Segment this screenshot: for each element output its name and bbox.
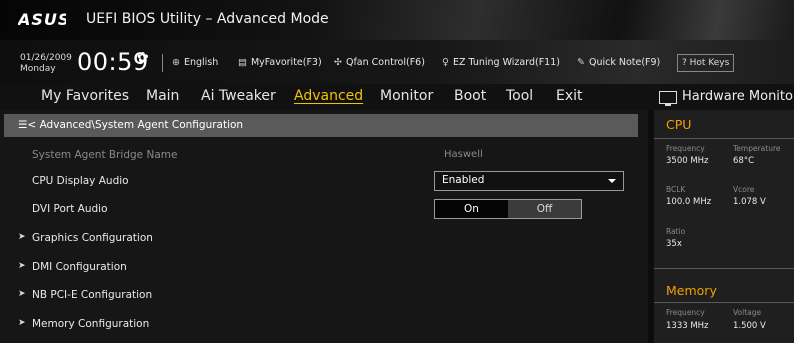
tab-tool[interactable]: Tool	[506, 88, 533, 104]
help-icon: ?	[682, 58, 687, 68]
submenu-memory[interactable]: ➤ Memory Configuration	[0, 311, 648, 339]
setting-cpu-display-audio: CPU Display Audio Enabled	[0, 168, 648, 196]
toggle-off-option[interactable]: Off	[508, 200, 581, 218]
day-text: Monday	[20, 64, 56, 74]
dvi-port-audio-label: DVI Port Audio	[32, 203, 108, 215]
ez-tuning-button[interactable]: ♀ EZ Tuning Wizard(F11)	[442, 57, 560, 68]
hardware-monitor-panel: CPU Frequency Temperature 3500 MHz 68°C …	[654, 110, 794, 343]
cpu-frequency-label: Frequency	[666, 144, 705, 153]
bclk-value: 100.0 MHz	[666, 197, 712, 207]
chevron-down-icon	[608, 179, 616, 183]
app-title: UEFI BIOS Utility – Advanced Mode	[86, 11, 329, 27]
myfavorite-button[interactable]: ▤ MyFavorite(F3)	[238, 57, 322, 68]
bridge-name-value: Haswell	[444, 149, 483, 160]
qfan-label: Qfan Control(F6)	[345, 57, 425, 68]
myfavorite-label: MyFavorite(F3)	[250, 57, 322, 68]
ratio-label: Ratio	[666, 227, 686, 236]
ez-tuning-label: EZ Tuning Wizard(F11)	[452, 57, 560, 68]
lightbulb-icon: ♀	[442, 57, 449, 68]
arrow-right-icon: ➤	[18, 232, 26, 242]
qfan-button[interactable]: ✣ Qfan Control(F6)	[334, 57, 425, 68]
monitor-icon	[659, 91, 677, 106]
quick-note-button[interactable]: ✎ Quick Note(F9)	[577, 57, 660, 68]
memory-heading: Memory	[666, 283, 717, 298]
bridge-name-label: System Agent Bridge Name	[32, 149, 178, 161]
cpu-display-audio-value: Enabled	[442, 174, 485, 186]
ratio-value: 35x	[666, 239, 682, 249]
cpu-temperature-value: 68°C	[733, 156, 755, 166]
hardware-monitor-header: Hardware Monitor	[648, 84, 794, 110]
settings-panel: ☰< Advanced\System Agent Configuration S…	[0, 110, 648, 343]
tab-monitor[interactable]: Monitor	[380, 88, 433, 104]
language-button[interactable]: ⊕ English	[172, 57, 218, 68]
date-display: 01/26/2009 Monday	[20, 53, 72, 75]
setting-bridge-name: System Agent Bridge Name Haswell	[0, 142, 648, 170]
cpu-heading: CPU	[666, 117, 692, 132]
tab-ai-tweaker[interactable]: Ai Tweaker	[201, 88, 276, 104]
toolbar: 01/26/2009 Monday 00:59 ✿ ⊕ English ▤ MyFa…	[0, 40, 794, 84]
vcore-value: 1.078 V	[733, 197, 766, 207]
hot-keys-label: Hot Keys	[689, 58, 730, 68]
submenu-label: DMI Configuration	[32, 261, 127, 273]
arrow-right-icon: ➤	[18, 289, 26, 299]
cpu-temperature-label: Temperature	[733, 144, 781, 153]
arrow-right-icon: ➤	[18, 318, 26, 328]
dvi-port-audio-toggle[interactable]: On Off	[434, 199, 582, 219]
cpu-display-audio-select[interactable]: Enabled	[434, 171, 624, 191]
divider	[654, 138, 794, 139]
cpu-frequency-value: 3500 MHz	[666, 156, 709, 166]
asus-logo: ASUS	[18, 10, 66, 28]
submenu-label: Graphics Configuration	[32, 232, 153, 244]
divider	[162, 54, 163, 72]
tab-my-favorites[interactable]: My Favorites	[41, 88, 129, 104]
svg-text:ASUS: ASUS	[18, 10, 66, 28]
title-bar: ASUS UEFI BIOS Utility – Advanced Mode	[0, 0, 794, 40]
submenu-nb-pcie[interactable]: ➤ NB PCI-E Configuration	[0, 282, 648, 310]
divider	[654, 302, 794, 303]
memory-frequency-value: 1333 MHz	[666, 321, 709, 331]
main-tabs: My Favorites Main Ai Tweaker Advanced Mo…	[0, 84, 648, 110]
cpu-display-audio-label: CPU Display Audio	[32, 175, 129, 187]
bclk-label: BCLK	[666, 185, 686, 194]
tab-exit[interactable]: Exit	[556, 88, 583, 104]
gear-icon[interactable]: ✿	[137, 50, 149, 66]
toggle-on-option[interactable]: On	[435, 200, 508, 218]
memory-frequency-label: Frequency	[666, 308, 705, 317]
divider	[654, 268, 794, 269]
setting-dvi-port-audio: DVI Port Audio On Off	[0, 196, 648, 224]
quick-note-label: Quick Note(F9)	[588, 57, 661, 68]
submenu-label: NB PCI-E Configuration	[32, 289, 153, 301]
memory-voltage-value: 1.500 V	[733, 321, 766, 331]
submenu-label: Memory Configuration	[32, 318, 150, 330]
breadcrumb-path: Advanced\System Agent Configuration	[39, 119, 244, 131]
submenu-graphics[interactable]: ➤ Graphics Configuration	[0, 225, 648, 253]
note-icon: ✎	[577, 57, 585, 68]
vcore-label: Vcore	[733, 185, 755, 194]
language-label: English	[183, 57, 219, 68]
tab-advanced[interactable]: Advanced	[294, 88, 363, 104]
arrow-right-icon: ➤	[18, 261, 26, 271]
tab-main[interactable]: Main	[146, 88, 179, 104]
fan-icon: ✣	[334, 57, 342, 68]
menu-back-icon[interactable]: ☰<	[18, 119, 36, 131]
memory-voltage-label: Voltage	[733, 308, 762, 317]
date-text: 01/26/2009	[20, 53, 72, 63]
hot-keys-button[interactable]: ? Hot Keys	[677, 54, 735, 72]
favorite-list-icon: ▤	[238, 57, 247, 68]
tab-boot[interactable]: Boot	[454, 88, 486, 104]
submenu-dmi[interactable]: ➤ DMI Configuration	[0, 254, 648, 282]
breadcrumb[interactable]: ☰< Advanced\System Agent Configuration	[4, 114, 638, 137]
hardware-monitor-title: Hardware Monitor	[682, 89, 794, 104]
globe-icon: ⊕	[172, 57, 180, 68]
